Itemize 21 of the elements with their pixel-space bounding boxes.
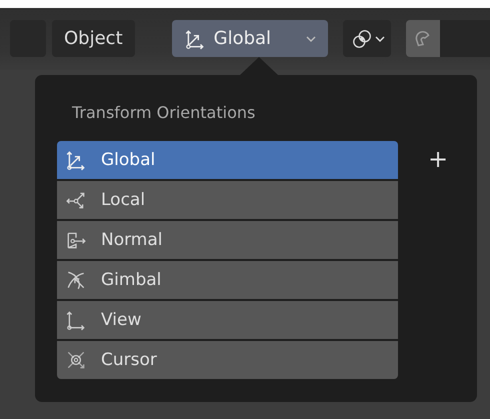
popup-title: Transform Orientations	[72, 103, 256, 122]
pivot-button[interactable]	[342, 20, 391, 57]
cursor-icon	[65, 349, 87, 371]
view-axes-icon	[65, 309, 87, 331]
link-rings-icon	[350, 28, 373, 50]
chevron-icon	[306, 36, 316, 42]
orientation-item[interactable]: Cursor	[57, 341, 398, 379]
orientation-item[interactable]: Normal	[57, 221, 398, 259]
orientation-item[interactable]: Gimbal	[57, 261, 398, 299]
orientation-item[interactable]: Global	[57, 141, 398, 179]
gimbal-icon	[65, 269, 87, 291]
orientation-dropdown[interactable]: Global	[172, 20, 328, 57]
header-panel	[440, 20, 490, 57]
axes-icon	[184, 28, 206, 50]
orientation-item[interactable]: Local	[57, 181, 398, 219]
axes-icon	[65, 149, 87, 171]
chevron-icon	[374, 36, 385, 42]
orientation-item[interactable]: View	[57, 301, 398, 339]
add-button[interactable]: +	[424, 145, 452, 173]
snap-button[interactable]	[406, 20, 440, 57]
mode-button[interactable]: Object	[52, 20, 135, 57]
